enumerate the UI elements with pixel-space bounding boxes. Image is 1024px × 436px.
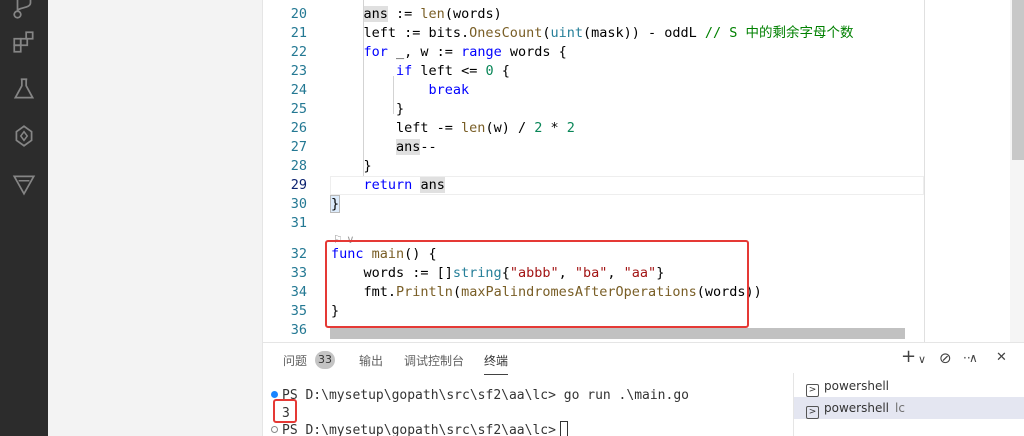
code-text: break bbox=[428, 82, 470, 98]
line-number: 21 bbox=[290, 25, 307, 41]
code-text: } bbox=[331, 158, 372, 174]
terminal-command-line: PS D:\mysetup\gopath\src\sf2\aa\lc> go r… bbox=[271, 386, 689, 405]
testing-flask-icon[interactable] bbox=[10, 75, 38, 103]
terminal-command: PS D:\mysetup\gopath\src\sf2\aa\lc> go r… bbox=[282, 388, 689, 403]
tab-output[interactable]: 输出 bbox=[359, 352, 383, 369]
line-number: 23 bbox=[290, 63, 307, 79]
terminal-list: > powershell > powershell lc bbox=[793, 373, 1024, 436]
line-number: 27 bbox=[290, 139, 307, 155]
annotation-box-output bbox=[273, 399, 297, 423]
sidebar bbox=[48, 0, 263, 436]
source-control-icon[interactable] bbox=[10, 0, 38, 22]
line-number: 20 bbox=[290, 6, 307, 22]
editor-vertical-scrollbar[interactable] bbox=[1010, 0, 1024, 342]
terminal-item-name: powershell bbox=[824, 401, 889, 415]
editor-horizontal-scrollbar[interactable] bbox=[330, 328, 905, 339]
code-line[interactable]: 31 bbox=[263, 214, 924, 233]
line-number: 25 bbox=[290, 101, 307, 117]
line-number: 29 bbox=[290, 177, 307, 193]
tab-debug-console[interactable]: 调试控制台 bbox=[404, 352, 464, 369]
chevron-down-icon[interactable]: ∨ bbox=[918, 353, 926, 366]
terminal-icon: > bbox=[806, 406, 819, 419]
code-text: left := bits.OnesCount(uint(mask)) - odd… bbox=[331, 25, 854, 41]
line-number: 35 bbox=[290, 303, 307, 319]
line-number: 32 bbox=[290, 246, 307, 262]
panel-tabs: 问题 33 输出 调试控制台 终端 + ∨ ⊘ ··· ∧ ✕ bbox=[263, 343, 1024, 377]
leetcode-icon[interactable] bbox=[10, 122, 38, 150]
code-line[interactable]: 30} bbox=[263, 195, 924, 214]
scrollbar-thumb[interactable] bbox=[1012, 0, 1024, 160]
code-text: for _, w := range words { bbox=[363, 44, 567, 60]
line-number: 30 bbox=[290, 196, 307, 212]
kill-terminal-icon[interactable]: ⊘ bbox=[939, 349, 952, 367]
terminal-item-cwd: lc bbox=[895, 401, 905, 415]
maximize-panel-icon[interactable]: ∧ bbox=[969, 351, 978, 365]
line-number: 36 bbox=[290, 322, 307, 338]
tab-problems[interactable]: 问题 bbox=[283, 352, 307, 369]
line-number: 22 bbox=[290, 44, 307, 60]
activity-bar bbox=[0, 0, 48, 436]
terminal-item[interactable]: > powershell bbox=[794, 375, 1024, 397]
new-terminal-icon[interactable]: + bbox=[901, 346, 916, 367]
annotation-box-main bbox=[325, 240, 749, 328]
code-text: if left <= 0 { bbox=[396, 63, 510, 79]
indent-guide bbox=[393, 76, 394, 114]
line-number: 26 bbox=[290, 120, 307, 136]
indent-guide bbox=[363, 0, 364, 176]
code-text: } bbox=[329, 195, 341, 213]
extensions-icon[interactable] bbox=[10, 28, 38, 56]
terminal-icon: > bbox=[806, 384, 819, 397]
terminal-prompt: PS D:\mysetup\gopath\src\sf2\aa\lc> bbox=[282, 423, 556, 436]
terminal-item[interactable]: > powershell lc bbox=[794, 397, 1024, 419]
editor-ruler bbox=[924, 0, 925, 342]
terminal-cursor bbox=[559, 421, 568, 436]
remote-triangle-icon[interactable] bbox=[10, 170, 38, 198]
close-panel-icon[interactable]: ✕ bbox=[996, 350, 1007, 365]
tab-terminal[interactable]: 终端 bbox=[484, 352, 509, 375]
line-number: 24 bbox=[290, 82, 307, 98]
bottom-panel: 问题 33 输出 调试控制台 终端 + ∨ ⊘ ··· ∧ ✕ PS D:\my… bbox=[263, 342, 1024, 436]
problems-count-badge: 33 bbox=[315, 351, 335, 369]
current-line-highlight bbox=[330, 176, 924, 195]
line-number: 33 bbox=[290, 265, 307, 281]
line-number: 31 bbox=[290, 215, 307, 231]
idle-dot-icon bbox=[271, 426, 278, 433]
line-number: 28 bbox=[290, 158, 307, 174]
code-text: left -= len(w) / 2 * 2 bbox=[331, 120, 575, 136]
code-text: ans := len(words) bbox=[363, 6, 502, 22]
terminal-prompt-line[interactable]: PS D:\mysetup\gopath\src\sf2\aa\lc> bbox=[271, 421, 568, 436]
success-dot-icon bbox=[271, 391, 278, 398]
code-text: ans-- bbox=[396, 139, 437, 155]
terminal-item-name: powershell bbox=[824, 379, 889, 393]
line-number: 34 bbox=[290, 284, 307, 300]
